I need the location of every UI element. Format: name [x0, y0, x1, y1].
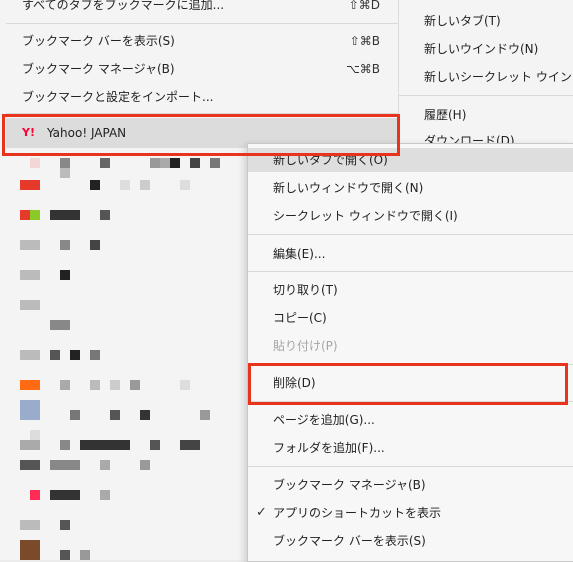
new-window-item[interactable]: 新しいウインドウ(N)	[424, 38, 538, 60]
import-bookmarks-item[interactable]: ブックマークと設定をインポート...	[0, 86, 398, 108]
add-folder-item[interactable]: フォルダを追加(F)...	[248, 436, 573, 460]
cut-item[interactable]: 切り取り(T)	[248, 278, 573, 302]
add-all-tabs-to-bookmarks-item[interactable]: すべてのタブをブックマークに追加... ⇧⌘D	[0, 0, 398, 16]
open-in-new-window-item[interactable]: 新しいウィンドウで開く(N)	[248, 176, 573, 200]
menu-separator	[399, 95, 573, 96]
bookmark-context-menu: 新しいタブで開く(O) 新しいウィンドウで開く(N) シークレット ウィンドウで…	[247, 143, 573, 562]
new-tab-item[interactable]: 新しいタブ(T)	[424, 10, 501, 32]
shortcut-label: ⌥⌘B	[345, 62, 380, 76]
menu-separator	[248, 466, 573, 467]
show-bookmarks-bar-item[interactable]: ブックマーク バーを表示(S)	[248, 529, 573, 553]
menu-separator	[6, 23, 398, 24]
blurred-bookmark-list	[0, 150, 250, 560]
menu-item-label: すべてのタブをブックマークに追加...	[22, 0, 225, 12]
menu-separator	[248, 271, 573, 272]
paste-item[interactable]: 貼り付け(P)	[248, 334, 573, 358]
new-incognito-window-item[interactable]: 新しいシークレット ウイン	[424, 66, 572, 88]
annotation-highlight-yahoo	[2, 114, 400, 156]
bookmark-manager-item[interactable]: ブックマーク マネージャ(B)	[248, 473, 573, 497]
menu-separator	[248, 234, 573, 235]
menu-item-label: ブックマークと設定をインポート...	[22, 90, 214, 104]
checkmark-icon: ✓	[256, 505, 267, 520]
annotation-highlight-delete	[248, 363, 568, 405]
copy-item[interactable]: コピー(C)	[248, 306, 573, 330]
open-in-incognito-item[interactable]: シークレット ウィンドウで開く(I)	[248, 204, 573, 228]
menu-item-label: アプリのショートカットを表示	[273, 506, 442, 520]
bookmark-manager-item[interactable]: ブックマーク マネージャ(B) ⌥⌘B	[0, 58, 398, 80]
add-page-item[interactable]: ページを追加(G)...	[248, 408, 573, 432]
menu-item-label: ブックマーク バーを表示(S)	[22, 34, 175, 48]
history-item[interactable]: 履歴(H)	[424, 104, 466, 126]
show-app-shortcuts-item[interactable]: ✓ アプリのショートカットを表示	[248, 501, 573, 525]
edit-item[interactable]: 編集(E)...	[248, 242, 573, 266]
show-bookmarks-bar-item[interactable]: ブックマーク バーを表示(S) ⇧⌘B	[0, 30, 398, 52]
menu-item-label: ブックマーク マネージャ(B)	[22, 62, 175, 76]
shortcut-label: ⇧⌘B	[349, 34, 380, 48]
shortcut-label: ⇧⌘D	[348, 0, 380, 12]
